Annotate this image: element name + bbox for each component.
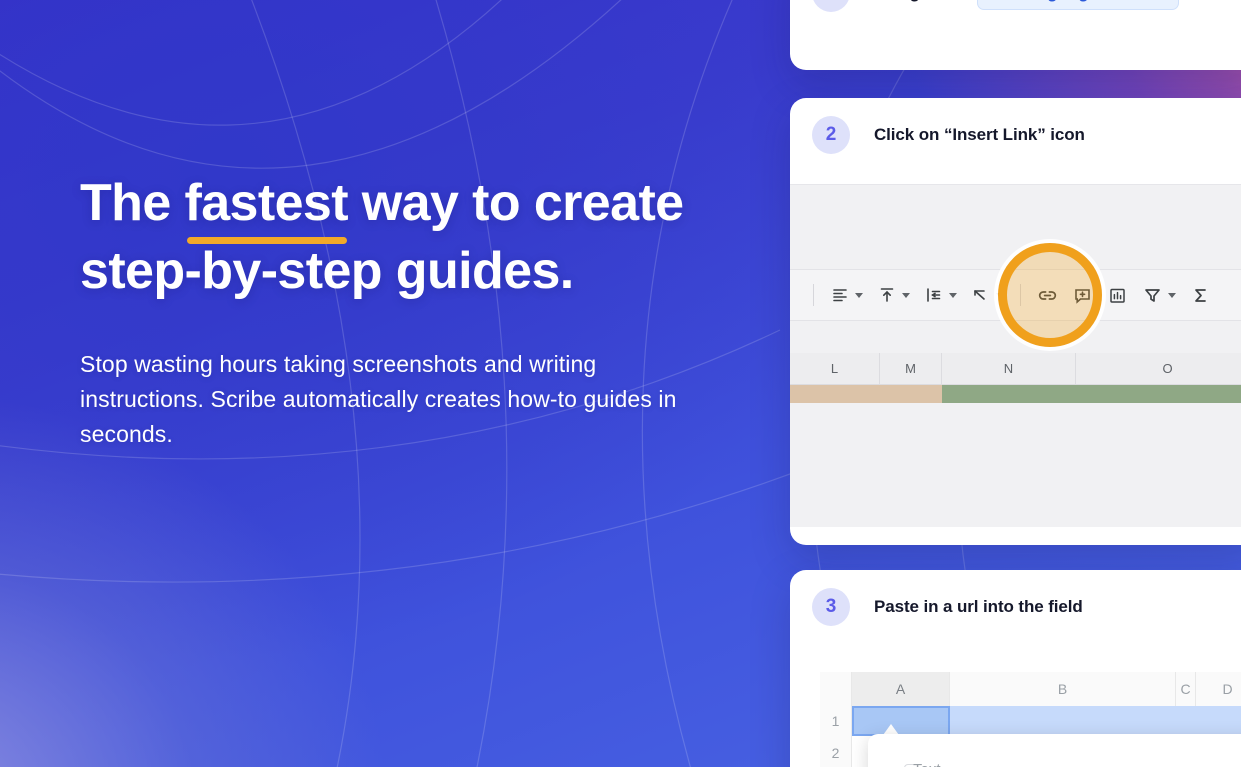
step-2-instruction: Click on “Insert Link” icon: [874, 125, 1085, 144]
vertical-align-icon[interactable]: [870, 285, 917, 305]
hero-copy: The fastest way to create step-by-step g…: [80, 170, 710, 452]
column-header[interactable]: M: [880, 353, 942, 384]
band-tan: [790, 385, 942, 403]
column-header[interactable]: B: [950, 672, 1176, 706]
chevron-down-icon: [996, 292, 1004, 298]
column-header[interactable]: N: [942, 353, 1076, 384]
toolbar-divider: [813, 284, 814, 306]
text-rotation-icon[interactable]: [964, 285, 1011, 305]
column-header[interactable]: C: [1176, 672, 1196, 706]
step-3-header: 3 Paste in a url into the field: [790, 570, 1241, 626]
spreadsheet-color-bands: [790, 385, 1241, 403]
chevron-down-icon: [902, 292, 910, 298]
step-number-badge: 2: [812, 116, 850, 154]
headline-emphasis-text: fastest: [184, 174, 349, 232]
spreadsheet-toolbar: [790, 269, 1241, 321]
step-number-badge: 1: [812, 0, 850, 12]
headline-emphasis: fastest: [184, 170, 349, 244]
row-number[interactable]: 2: [820, 736, 852, 767]
step-1-header: 1 Navigate to sheets.google.com: [790, 0, 1241, 12]
band-green: [942, 385, 1241, 403]
align-left-icon[interactable]: [823, 285, 870, 305]
column-header[interactable]: L: [790, 353, 880, 384]
chevron-down-icon: [949, 292, 957, 298]
toolbar-divider: [1020, 284, 1021, 306]
external-link-icon: [1151, 0, 1167, 1]
hero-subcopy: Stop wasting hours taking screenshots an…: [80, 351, 677, 448]
spreadsheet-column-headers: L M N O: [790, 353, 1241, 385]
headline-underline: [186, 236, 347, 244]
insert-link-icon[interactable]: [1030, 285, 1065, 306]
row-number[interactable]: 1: [820, 706, 852, 736]
page-title: The fastest way to create step-by-step g…: [80, 170, 710, 305]
text-field-row[interactable]: Text: [904, 756, 1241, 767]
insert-comment-icon[interactable]: [1065, 285, 1100, 306]
step-3-instruction: Paste in a url into the field: [874, 597, 1083, 616]
sheets-link-chip[interactable]: sheets.google.com: [976, 0, 1179, 10]
headline-text-before: The: [80, 174, 185, 232]
filter-icon[interactable]: [1135, 285, 1183, 306]
step-1-instruction: Navigate to: [874, 0, 965, 3]
column-header[interactable]: A: [852, 672, 950, 706]
select-all-corner[interactable]: [820, 672, 852, 706]
chevron-down-icon: [1168, 292, 1176, 298]
chevron-down-icon: [855, 292, 863, 298]
text-wrap-icon[interactable]: [917, 285, 964, 305]
column-header[interactable]: D: [1196, 672, 1241, 706]
step-2-header: 2 Click on “Insert Link” icon: [790, 98, 1241, 154]
active-cell[interactable]: [852, 706, 950, 736]
insert-chart-icon[interactable]: [1100, 285, 1135, 306]
spreadsheet-column-headers: A B C D: [852, 672, 1241, 706]
step-card-1: 1 Navigate to sheets.google.com: [790, 0, 1241, 70]
spreadsheet-rows: 1 2 Text: [820, 706, 1241, 767]
functions-sigma-icon[interactable]: [1183, 285, 1218, 306]
step-2-screenshot: L M N O: [790, 184, 1241, 527]
step-3-screenshot: A B C D 1 2 Text: [820, 672, 1241, 767]
step-number-badge: 3: [812, 588, 850, 626]
column-header[interactable]: O: [1076, 353, 1241, 384]
insert-link-popover: Text: [868, 734, 1241, 767]
link-chip-label: sheets.google.com: [989, 0, 1143, 3]
step-card-3: 3 Paste in a url into the field A B C D …: [790, 570, 1241, 767]
text-field-label: Text: [913, 760, 951, 767]
step-card-2: 2 Click on “Insert Link” icon L M N O: [790, 98, 1241, 545]
